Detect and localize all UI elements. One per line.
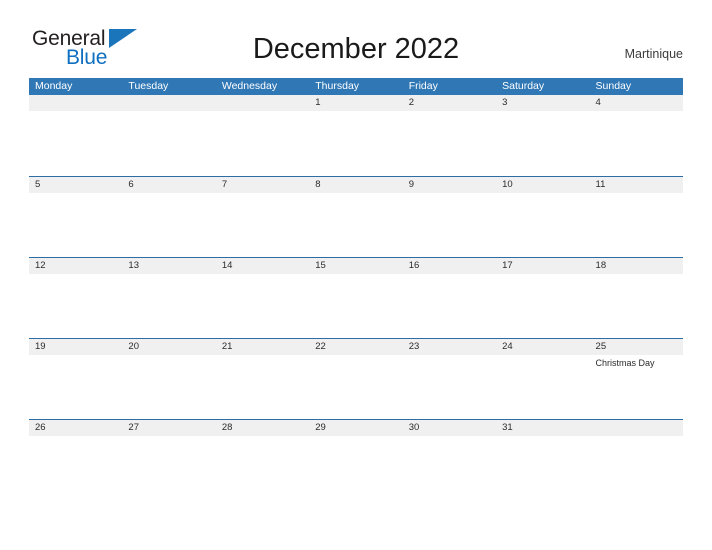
day-events[interactable] (29, 274, 122, 338)
day-events[interactable] (496, 355, 589, 419)
weekday-header-thursday: Thursday (315, 80, 360, 92)
day-number[interactable]: 28 (216, 420, 309, 436)
day-number[interactable]: 4 (590, 95, 683, 111)
day-number[interactable]: 29 (309, 420, 402, 436)
day-number[interactable]: 2 (403, 95, 496, 111)
day-events[interactable] (216, 436, 309, 500)
day-events[interactable] (496, 274, 589, 338)
calendar-grid: Monday Tuesday Wednesday Thursday Friday… (29, 78, 683, 500)
day-number[interactable]: 10 (496, 177, 589, 193)
day-number[interactable]: 18 (590, 258, 683, 274)
page-title: December 2022 (252, 33, 460, 65)
week-event-band (29, 111, 683, 175)
day-number[interactable]: 13 (122, 258, 215, 274)
day-events[interactable] (122, 436, 215, 500)
day-number[interactable]: 11 (590, 177, 683, 193)
day-number[interactable]: 31 (496, 420, 589, 436)
day-number[interactable]: 26 (29, 420, 122, 436)
week-event-band (29, 193, 683, 257)
day-number[interactable]: 3 (496, 95, 589, 111)
weekday-header-wednesday: Wednesday (221, 80, 278, 92)
day-events[interactable] (403, 111, 496, 175)
day-events[interactable] (496, 111, 589, 175)
week-event-band (29, 436, 683, 500)
day-number[interactable] (122, 95, 215, 111)
day-events[interactable] (29, 436, 122, 500)
day-number[interactable] (29, 95, 122, 111)
day-number[interactable]: 19 (29, 339, 122, 355)
calendar-page: General Blue December 2022 Martinique Mo… (0, 0, 712, 550)
day-events[interactable] (496, 193, 589, 257)
day-number[interactable]: 12 (29, 258, 122, 274)
week-date-band: 5 6 7 8 9 10 11 (29, 176, 683, 193)
day-events[interactable] (216, 274, 309, 338)
day-events[interactable] (403, 193, 496, 257)
day-events[interactable] (590, 274, 683, 338)
day-number[interactable]: 24 (496, 339, 589, 355)
page-header: General Blue December 2022 Martinique (0, 0, 712, 78)
day-number[interactable]: 15 (309, 258, 402, 274)
day-events[interactable] (309, 436, 402, 500)
day-number[interactable]: 22 (309, 339, 402, 355)
weekday-header-tuesday: Tuesday (128, 80, 169, 92)
week-event-band: Christmas Day (29, 355, 683, 419)
week-date-band: 12 13 14 15 16 17 18 (29, 257, 683, 274)
day-number[interactable]: 16 (403, 258, 496, 274)
day-events[interactable] (29, 111, 122, 175)
day-number[interactable]: 14 (216, 258, 309, 274)
weekday-header-monday: Monday (35, 80, 73, 92)
day-events[interactable] (403, 274, 496, 338)
week-date-band: 1 2 3 4 (29, 95, 683, 111)
day-events[interactable] (216, 355, 309, 419)
day-number[interactable] (216, 95, 309, 111)
day-events[interactable] (29, 193, 122, 257)
week-row: 5 6 7 8 9 10 11 (29, 176, 683, 257)
weekday-header-sunday: Sunday (595, 80, 632, 92)
day-number[interactable] (590, 420, 683, 436)
day-events[interactable] (122, 193, 215, 257)
day-events[interactable] (590, 436, 683, 500)
day-number[interactable]: 25 (590, 339, 683, 355)
day-number[interactable]: 21 (216, 339, 309, 355)
day-number[interactable]: 7 (216, 177, 309, 193)
day-number[interactable]: 27 (122, 420, 215, 436)
weekday-header-friday: Friday (408, 80, 438, 92)
week-row: 12 13 14 15 16 17 18 (29, 257, 683, 338)
week-row: 19 20 21 22 23 24 25 Christmas Day (29, 338, 683, 419)
day-events[interactable] (590, 193, 683, 257)
day-number[interactable]: 20 (122, 339, 215, 355)
day-events[interactable] (309, 111, 402, 175)
weekday-header-saturday: Saturday (502, 80, 545, 92)
day-number[interactable]: 23 (403, 339, 496, 355)
day-events[interactable] (496, 436, 589, 500)
day-events[interactable] (122, 111, 215, 175)
week-row: 26 27 28 29 30 31 (29, 419, 683, 500)
day-events[interactable] (309, 274, 402, 338)
day-events[interactable] (309, 193, 402, 257)
week-date-band: 26 27 28 29 30 31 (29, 419, 683, 436)
day-events[interactable] (590, 111, 683, 175)
day-events[interactable] (122, 355, 215, 419)
day-number[interactable]: 8 (309, 177, 402, 193)
day-number[interactable]: 6 (122, 177, 215, 193)
day-number[interactable]: 1 (309, 95, 402, 111)
day-events[interactable] (403, 355, 496, 419)
day-events[interactable] (403, 436, 496, 500)
day-events[interactable]: Christmas Day (590, 355, 683, 419)
week-row: 1 2 3 4 (29, 95, 683, 176)
day-number[interactable]: 9 (403, 177, 496, 193)
day-number[interactable]: 5 (29, 177, 122, 193)
day-events[interactable] (29, 355, 122, 419)
region-label: Martinique (624, 47, 683, 61)
event-label: Christmas Day (595, 358, 655, 368)
day-events[interactable] (122, 274, 215, 338)
week-date-band: 19 20 21 22 23 24 25 (29, 338, 683, 355)
day-events[interactable] (309, 355, 402, 419)
day-number[interactable]: 17 (496, 258, 589, 274)
week-event-band (29, 274, 683, 338)
day-events[interactable] (216, 111, 309, 175)
day-number[interactable]: 30 (403, 420, 496, 436)
weekday-header-row: Monday Tuesday Wednesday Thursday Friday… (29, 78, 683, 95)
day-events[interactable] (216, 193, 309, 257)
